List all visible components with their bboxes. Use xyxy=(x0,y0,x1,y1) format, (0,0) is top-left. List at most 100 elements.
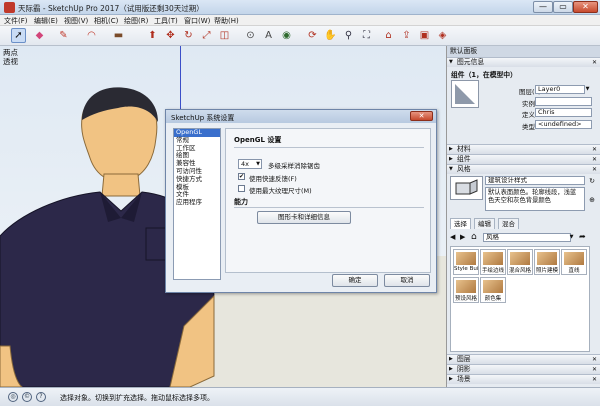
component-thumbnail-icon xyxy=(451,80,479,108)
category-list: OpenGL 常规 工作区 绘图 兼容性 可访问性 快捷方式 模板 文件 应用程… xyxy=(173,128,221,280)
style-name-field[interactable]: 建筑设计样式 xyxy=(485,176,585,185)
window-title: 天际霸 - SketchUp Pro 2017（试用版还剩30天过期） xyxy=(18,4,204,13)
offset-tool-icon[interactable]: ◫ xyxy=(217,28,232,43)
style-tile-style-builder[interactable]: Style Bui xyxy=(453,249,479,275)
back-arrow-icon[interactable]: ◀ xyxy=(450,233,459,242)
capability-section-title: 能力 xyxy=(234,198,248,206)
credits-icon[interactable]: © xyxy=(22,392,32,402)
chevron-down-icon[interactable]: ▼ xyxy=(583,85,592,94)
instance-field[interactable] xyxy=(535,97,592,106)
type-field: <undefined> xyxy=(535,120,592,129)
line-tool-icon[interactable]: ✎ xyxy=(56,28,71,43)
select-tool-icon[interactable]: ➚ xyxy=(11,28,26,43)
materials-header[interactable]: 材料✕ xyxy=(447,144,600,154)
menu-window[interactable]: 窗口(W) xyxy=(184,16,210,26)
home-icon[interactable]: ⌂ xyxy=(471,232,481,242)
style-description[interactable]: 默认表面颜色。轮廓线段，浅蓝色天空和灰色背景颜色 xyxy=(485,187,585,211)
antialias-select[interactable]: 4x ▼ xyxy=(238,159,262,169)
scale-tool-icon[interactable]: ⤢ xyxy=(199,28,214,43)
fast-feedback-checkbox[interactable]: ✔ xyxy=(238,173,245,180)
style-tile-photo-modeling[interactable]: 照片建模 xyxy=(534,249,560,275)
close-icon[interactable]: ✕ xyxy=(592,165,597,174)
maximize-button[interactable]: ▭ xyxy=(553,1,573,13)
entity-subtitle: 组件（1，在模型中） xyxy=(451,71,517,79)
menu-help[interactable]: 帮助(H) xyxy=(214,16,239,26)
zoom-extents-icon[interactable]: ⛶ xyxy=(359,28,374,43)
graphics-details-button[interactable]: 图形卡和详细信息 xyxy=(257,211,351,224)
extension-warehouse-icon[interactable]: ▣ xyxy=(417,28,432,43)
rectangle-tool-icon[interactable]: ▬ xyxy=(111,28,126,43)
dialog-close-button[interactable]: ✕ xyxy=(410,111,433,121)
close-icon[interactable]: ✕ xyxy=(592,365,597,374)
divider xyxy=(234,147,424,148)
forward-arrow-icon[interactable]: ▶ xyxy=(460,233,469,242)
menu-file[interactable]: 文件(F) xyxy=(4,16,28,26)
layer-select[interactable]: Layer0 xyxy=(535,85,585,94)
menu-edit[interactable]: 编辑(E) xyxy=(34,16,58,26)
style-tile-mixed[interactable]: 混合风格 xyxy=(507,249,533,275)
style-tile-color-sets[interactable]: 颜色集 xyxy=(480,277,506,303)
style-collection-select[interactable]: 风格 xyxy=(483,233,571,242)
zoom-tool-icon[interactable]: ⚲ xyxy=(341,28,356,43)
tab-edit[interactable]: 编辑 xyxy=(474,218,495,229)
pan-tool-icon[interactable]: ✋ xyxy=(323,28,338,43)
cancel-button[interactable]: 取消 xyxy=(384,274,430,287)
warehouse-icon[interactable]: ⌂ xyxy=(381,28,396,43)
create-style-icon[interactable]: ⊕ xyxy=(587,196,597,206)
opengl-section-title: OpenGL 设置 xyxy=(234,136,282,144)
style-tile-sketchy-edges[interactable]: 手绘边线 xyxy=(480,249,506,275)
paint-bucket-icon[interactable]: ◉ xyxy=(279,28,294,43)
close-icon[interactable]: ✕ xyxy=(592,155,597,164)
entity-info-header[interactable]: 图元信息✕ xyxy=(447,57,600,67)
shadows-header[interactable]: 阴影✕ xyxy=(447,364,600,374)
status-bar: ◎ © ? 选择对象。切换到扩充选择。拖动鼠标选择多项。 xyxy=(0,387,600,406)
style-tile-straight-line[interactable]: 直线 xyxy=(561,249,587,275)
dialog-title: SketchUp 系统设置 xyxy=(166,110,436,123)
close-window-button[interactable]: ✕ xyxy=(573,1,598,13)
layers-header[interactable]: 图层✕ xyxy=(447,354,600,364)
close-icon[interactable]: ✕ xyxy=(592,355,597,364)
category-applications[interactable]: 应用程序 xyxy=(174,198,220,207)
main-toolbar: ➚ ◆ ✎ ◠ ▬ ⬆ ✥ ↻ ⤢ ◫ ⊙ A ◉ ⟳ ✋ ⚲ ⛶ ⌂ ⇪ ▣ … xyxy=(0,26,600,46)
geo-location-icon[interactable]: ◎ xyxy=(8,392,18,402)
max-texture-label: 使用最大纹理尺寸(M) xyxy=(249,187,312,195)
tape-measure-icon[interactable]: ⊙ xyxy=(243,28,258,43)
close-icon[interactable]: ✕ xyxy=(592,375,597,384)
details-arrow-icon[interactable]: ➦ xyxy=(579,232,589,242)
text-tool-icon[interactable]: A xyxy=(261,28,276,43)
scenes-header[interactable]: 场景✕ xyxy=(447,374,600,384)
close-icon[interactable]: ✕ xyxy=(592,58,597,67)
orbit-tool-icon[interactable]: ⟳ xyxy=(305,28,320,43)
title-bar: 天际霸 - SketchUp Pro 2017（试用版还剩30天过期） — ▭ … xyxy=(0,0,600,15)
style-thumbnail-grid: Style Bui 手绘边线 混合风格 照片建模 直线 预设风格 颜色集 xyxy=(450,246,590,352)
help-icon[interactable]: ? xyxy=(36,392,46,402)
push-pull-tool-icon[interactable]: ⬆ xyxy=(145,28,160,43)
max-texture-checkbox[interactable] xyxy=(238,185,245,192)
share-model-icon[interactable]: ⇪ xyxy=(399,28,414,43)
preferences-dialog: SketchUp 系统设置 ✕ OpenGL 常规 工作区 绘图 兼容性 可访问… xyxy=(165,109,437,293)
menu-draw[interactable]: 绘图(R) xyxy=(124,16,148,26)
rotate-tool-icon[interactable]: ↻ xyxy=(181,28,196,43)
arc-tool-icon[interactable]: ◠ xyxy=(84,28,99,43)
layout-icon[interactable]: ◈ xyxy=(435,28,450,43)
tab-mix[interactable]: 混合 xyxy=(498,218,519,229)
view-label: 两点 透视 xyxy=(3,48,18,66)
menu-view[interactable]: 视图(V) xyxy=(64,16,88,26)
eraser-tool-icon[interactable]: ◆ xyxy=(32,28,47,43)
tab-select[interactable]: 选择 xyxy=(450,218,471,229)
style-tile-default[interactable]: 预设风格 xyxy=(453,277,479,303)
move-tool-icon[interactable]: ✥ xyxy=(163,28,178,43)
menu-camera[interactable]: 相机(C) xyxy=(94,16,118,26)
definition-field[interactable]: Chris xyxy=(535,108,592,117)
chevron-down-icon[interactable]: ▼ xyxy=(567,233,576,242)
default-tray: 默认面板 图元信息✕ 组件（1，在模型中） 图层(L): Layer0 ▼ 实例… xyxy=(447,46,600,387)
styles-header[interactable]: 风格✕ xyxy=(447,164,600,174)
refresh-icon[interactable]: ↻ xyxy=(587,177,597,186)
close-icon[interactable]: ✕ xyxy=(592,145,597,154)
tray-header: 默认面板 xyxy=(447,46,600,57)
components-header[interactable]: 组件✕ xyxy=(447,154,600,164)
sketchup-app-icon xyxy=(4,2,15,13)
menu-tools[interactable]: 工具(T) xyxy=(154,16,178,26)
ok-button[interactable]: 确定 xyxy=(332,274,378,287)
minimize-button[interactable]: — xyxy=(533,1,553,13)
